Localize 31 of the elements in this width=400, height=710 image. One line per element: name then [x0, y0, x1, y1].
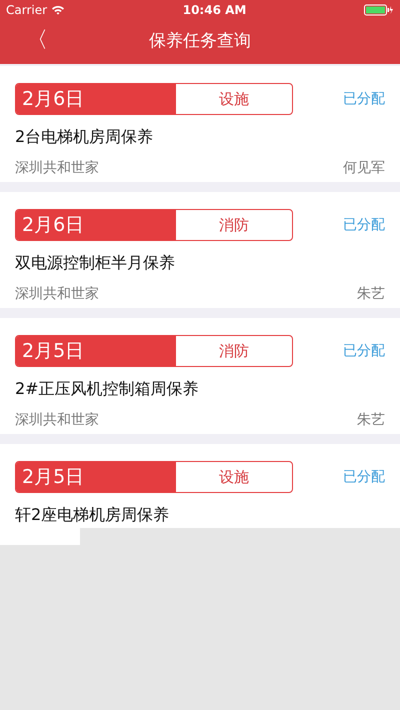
back-button[interactable]: 〈 — [22, 26, 52, 56]
time-label: 10:46 AM — [182, 2, 246, 19]
category-label: 设施 — [218, 89, 250, 110]
task-title: 双电源控制柜半月保养 — [15, 252, 176, 274]
assignee-label: 朱艺 — [357, 411, 385, 430]
location-label: 深圳共和世家 — [15, 285, 99, 304]
assignee-label: 朱艺 — [357, 285, 385, 304]
category-label: 消防 — [218, 341, 250, 362]
assignee-label: 何见军 — [343, 159, 385, 178]
status-label: 已分配 — [343, 216, 385, 234]
page-title: 保养任务查询 — [149, 30, 251, 54]
task-card[interactable]: 2月5日 消防 已分配 2#正压风机控制箱周保养 深圳共和世家 朱艺 — [0, 318, 400, 434]
date-label: 2月5日 — [16, 336, 176, 366]
carrier-label: Carrier — [6, 2, 48, 19]
location-label: 深圳共和世家 — [15, 159, 99, 178]
date-label: 2月6日 — [16, 84, 176, 114]
category-label: 设施 — [218, 467, 250, 488]
task-card[interactable]: 2月6日 设施 已分配 2台电梯机房周保养 深圳共和世家 何见军 — [0, 66, 400, 182]
date-label: 2月6日 — [16, 210, 176, 240]
location-label: 深圳共和世家 — [15, 411, 99, 430]
task-title: 轩2座电梯机房周保养 — [15, 504, 170, 526]
status-label: 已分配 — [343, 468, 385, 486]
category-label: 消防 — [218, 215, 250, 236]
task-title: 2台电梯机房周保养 — [15, 126, 154, 148]
task-title: 2#正压风机控制箱周保养 — [15, 378, 200, 400]
wifi-icon — [51, 5, 66, 15]
date-label: 2月5日 — [16, 462, 176, 492]
battery-icon — [364, 4, 394, 16]
status-label: 已分配 — [343, 342, 385, 360]
status-label: 已分配 — [343, 90, 385, 108]
task-card[interactable]: 2月6日 消防 已分配 双电源控制柜半月保养 深圳共和世家 朱艺 — [0, 192, 400, 308]
